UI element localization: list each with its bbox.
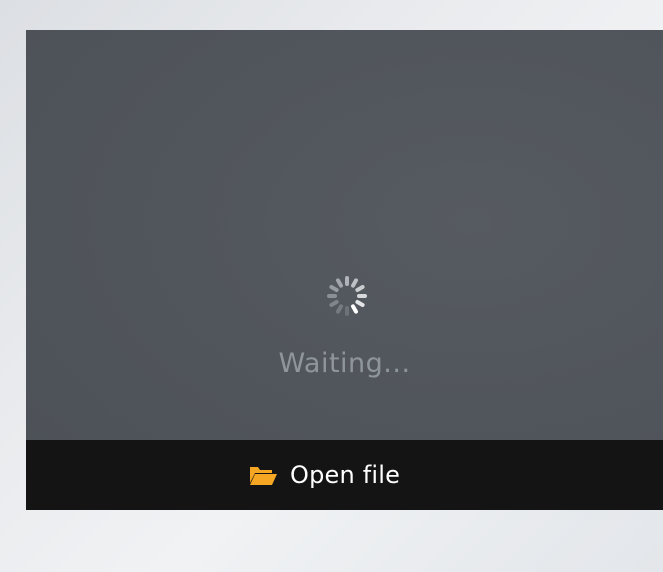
status-text: Waiting... [278,348,411,379]
spinner-tick [345,276,349,286]
spinner-tick [345,306,349,316]
spinner-tick [354,284,366,293]
spinner-tick [357,294,367,298]
open-file-button[interactable]: Open file [248,456,400,494]
spinner-tick [335,303,344,315]
open-file-label: Open file [290,461,401,489]
file-viewer-panel: Waiting... Open file [26,30,663,510]
spinner-tick [327,294,337,298]
folder-open-icon [250,467,277,485]
bottom-toolbar: Open file [26,440,663,510]
viewer-area: Waiting... [26,30,663,440]
spinner-tick [354,299,366,308]
spinner-tick [350,303,359,315]
